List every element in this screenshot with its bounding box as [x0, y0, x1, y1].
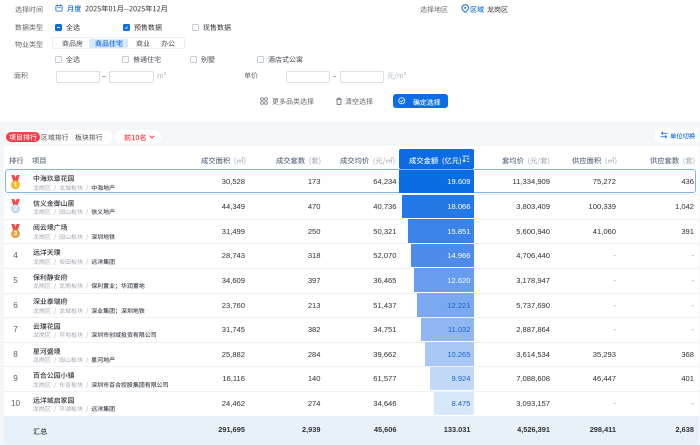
svg-text:1: 1: [14, 181, 18, 188]
svg-text:2: 2: [14, 206, 18, 213]
svg-text:3: 3: [14, 230, 18, 237]
